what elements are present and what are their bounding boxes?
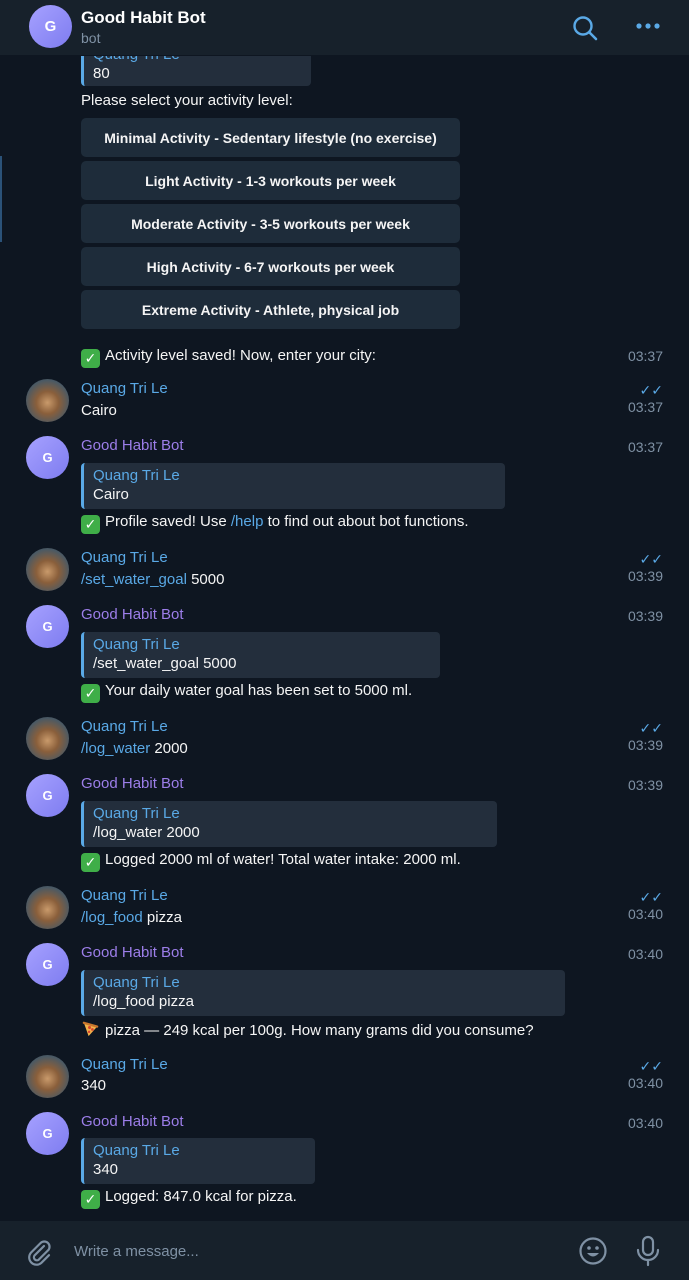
message-time: 03:39 xyxy=(627,608,663,624)
message-time: 03:40 xyxy=(627,1115,663,1131)
quote-author: Quang Tri Le xyxy=(93,636,180,653)
quote-author: Quang Tri Le xyxy=(93,467,180,484)
quote-text: /log_food pizza xyxy=(93,993,194,1010)
reply-quote[interactable]: Quang Tri Le Cairo xyxy=(81,463,505,509)
sender-name[interactable]: Quang Tri Le xyxy=(81,549,168,566)
sender-name[interactable]: Good Habit Bot xyxy=(81,437,184,454)
pizza-icon xyxy=(82,1021,99,1037)
reply-quote[interactable]: Quang Tri Le 80 xyxy=(81,56,311,86)
reply-quote[interactable]: Quang Tri Le /log_water 2000 xyxy=(81,801,497,847)
keyboard-button-extreme[interactable]: Extreme Activity - Athlete, physical job xyxy=(81,290,460,329)
keyboard-button-minimal[interactable]: Minimal Activity - Sedentary lifestyle (… xyxy=(81,118,460,157)
sender-name[interactable]: Quang Tri Le xyxy=(81,1056,168,1073)
check-mark-icon: ✓ xyxy=(81,684,100,703)
bot-avatar[interactable]: G xyxy=(26,436,69,479)
sender-name[interactable]: Good Habit Bot xyxy=(81,606,184,623)
check-mark-icon: ✓ xyxy=(81,349,100,368)
sender-name[interactable]: Good Habit Bot xyxy=(81,944,184,961)
message-text: 340 xyxy=(81,1077,107,1094)
message-input[interactable] xyxy=(74,1239,554,1263)
double-check-icon: ✓✓ xyxy=(639,382,663,398)
chat-header: G Good Habit Bot bot xyxy=(0,0,689,56)
search-icon[interactable] xyxy=(571,14,599,42)
quote-text: Cairo xyxy=(93,486,129,503)
reply-quote[interactable]: Quang Tri Le /set_water_goal 5000 xyxy=(81,632,440,678)
sender-name[interactable]: Quang Tri Le xyxy=(81,718,168,735)
message-time: ✓✓ 03:39 xyxy=(627,551,663,584)
message-text: Cairo xyxy=(81,402,117,419)
message-time: ✓✓ 03:40 xyxy=(627,1058,663,1091)
message-time: ✓✓ 03:37 xyxy=(627,382,663,415)
double-check-icon: ✓✓ xyxy=(639,889,663,905)
user-avatar[interactable] xyxy=(26,379,69,422)
sender-name[interactable]: Good Habit Bot xyxy=(81,1113,184,1130)
reply-quote[interactable]: Quang Tri Le /log_food pizza xyxy=(81,970,565,1016)
message-text: ✓ Profile saved! Use /help to find out ab… xyxy=(81,512,469,534)
message-time: ✓✓ 03:39 xyxy=(627,720,663,753)
check-mark-icon: ✓ xyxy=(81,853,100,872)
double-check-icon: ✓✓ xyxy=(639,1058,663,1074)
quote-text: 80 xyxy=(93,65,110,82)
message-time: 03:39 xyxy=(627,777,663,793)
command-link[interactable]: /set_water_goal xyxy=(81,571,187,588)
quote-author: Quang Tri Le xyxy=(93,805,180,822)
message-time: 03:40 xyxy=(627,946,663,962)
command-link[interactable]: /log_water xyxy=(81,740,150,757)
message-text: ✓ Logged 2000 ml of water! Total water in… xyxy=(81,850,461,872)
chat-title[interactable]: Good Habit Bot xyxy=(81,8,206,28)
paperclip-icon[interactable] xyxy=(24,1237,54,1267)
bot-avatar[interactable]: G xyxy=(26,774,69,817)
message-text: ✓ Your daily water goal has been set to 5… xyxy=(81,681,412,703)
command-link[interactable]: /log_food xyxy=(81,909,143,926)
message-text: Please select your activity level: xyxy=(81,92,293,109)
emoji-icon[interactable] xyxy=(578,1236,608,1266)
check-mark-icon: ✓ xyxy=(81,515,100,534)
quote-text: /set_water_goal 5000 xyxy=(93,655,237,672)
sender-name[interactable]: Quang Tri Le xyxy=(81,380,168,397)
message-time: 03:37 xyxy=(627,348,663,364)
bot-avatar[interactable]: G xyxy=(26,1112,69,1155)
message-text: /set_water_goal 5000 xyxy=(81,571,225,588)
user-avatar[interactable] xyxy=(26,548,69,591)
message-list[interactable]: Quang Tri Le 80 Please select your activ… xyxy=(0,56,689,1220)
sender-name[interactable]: Quang Tri Le xyxy=(81,887,168,904)
message-text: /log_water 2000 xyxy=(81,740,188,757)
quote-author: Quang Tri Le xyxy=(93,1142,180,1159)
double-check-icon: ✓✓ xyxy=(639,551,663,567)
sender-name[interactable]: Good Habit Bot xyxy=(81,775,184,792)
bot-avatar[interactable]: G xyxy=(26,943,69,986)
scroll-indicator xyxy=(0,156,2,242)
check-mark-icon: ✓ xyxy=(81,1190,100,1209)
message-text: ✓ Activity level saved! Now, enter your c… xyxy=(81,346,376,368)
user-avatar[interactable] xyxy=(26,717,69,760)
quote-author: Quang Tri Le xyxy=(93,974,180,991)
quote-text: 340 xyxy=(93,1161,119,1178)
double-check-icon: ✓✓ xyxy=(639,720,663,736)
message-text: pizza — 249 kcal per 100g. How many gram… xyxy=(81,1019,534,1041)
more-options-icon[interactable] xyxy=(634,14,662,42)
message-composer xyxy=(0,1220,689,1280)
user-avatar[interactable] xyxy=(26,1055,69,1098)
user-avatar[interactable] xyxy=(26,886,69,929)
message-text: ✓ Logged: 847.0 kcal for pizza. xyxy=(81,1187,297,1209)
message-time: ✓✓ 03:40 xyxy=(627,889,663,922)
quote-author: Quang Tri Le xyxy=(93,56,302,64)
command-link[interactable]: /help xyxy=(231,513,264,530)
microphone-icon[interactable] xyxy=(634,1235,662,1267)
bot-avatar[interactable]: G xyxy=(29,5,72,48)
reply-quote[interactable]: Quang Tri Le 340 xyxy=(81,1138,315,1184)
keyboard-button-moderate[interactable]: Moderate Activity - 3-5 workouts per wee… xyxy=(81,204,460,243)
message-text: /log_food pizza xyxy=(81,909,182,926)
bot-avatar[interactable]: G xyxy=(26,605,69,648)
message-time: 03:37 xyxy=(627,439,663,455)
keyboard-button-high[interactable]: High Activity - 6-7 workouts per week xyxy=(81,247,460,286)
keyboard-button-light[interactable]: Light Activity - 1-3 workouts per week xyxy=(81,161,460,200)
chat-subtitle: bot xyxy=(81,30,101,46)
quote-text: /log_water 2000 xyxy=(93,824,200,841)
